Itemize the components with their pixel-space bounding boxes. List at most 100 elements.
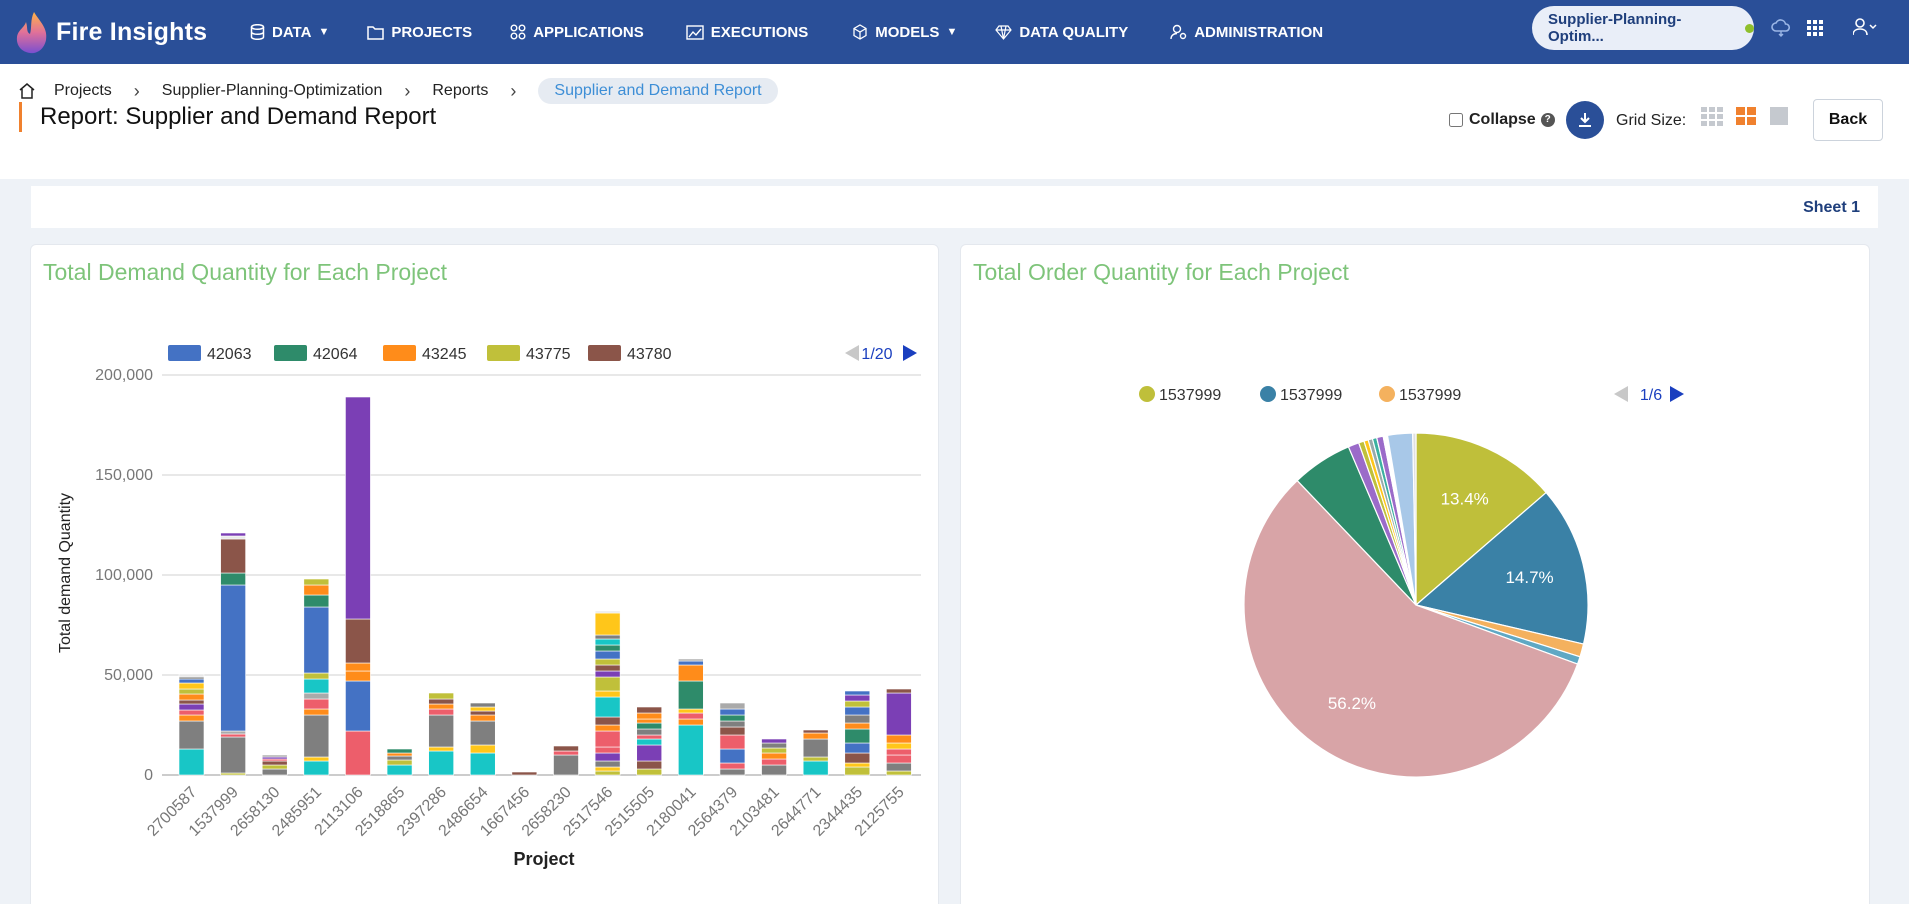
bar-segment[interactable] — [469, 702, 496, 708]
bar-segment[interactable] — [178, 703, 205, 711]
bar-segment[interactable] — [303, 708, 330, 716]
bar-stack[interactable] — [678, 658, 704, 776]
bar-stack[interactable] — [428, 692, 454, 776]
bar-segment[interactable] — [761, 758, 787, 766]
bar-segment[interactable] — [469, 710, 496, 716]
grid-medium-icon[interactable] — [1736, 107, 1757, 127]
breadcrumb-project[interactable]: Supplier-Planning-Optimization — [162, 82, 383, 100]
breadcrumb-reports[interactable]: Reports — [432, 82, 488, 100]
grid-small-icon[interactable] — [1701, 107, 1723, 127]
bar-segment[interactable] — [345, 680, 371, 732]
apps-grid-icon[interactable] — [1807, 20, 1823, 36]
bar-segment[interactable] — [636, 728, 663, 736]
bar-segment[interactable] — [636, 738, 663, 746]
bar-segment[interactable] — [761, 764, 787, 776]
bar-segment[interactable] — [594, 766, 621, 772]
nav-administration[interactable]: ADMINISTRATION — [1170, 0, 1323, 64]
home-icon[interactable] — [18, 82, 36, 100]
bar-segment[interactable] — [178, 678, 205, 684]
bar-segment[interactable] — [678, 718, 704, 726]
bar-segment[interactable] — [761, 738, 787, 744]
legend-prev-icon[interactable] — [1614, 386, 1628, 402]
bar-segment[interactable] — [178, 709, 205, 716]
bar-segment[interactable] — [345, 730, 371, 776]
bar-segment[interactable] — [428, 703, 454, 710]
bar-segment[interactable] — [594, 664, 621, 672]
bar-segment[interactable] — [261, 760, 288, 766]
bar-segment[interactable] — [594, 716, 621, 726]
bar-segment[interactable] — [719, 702, 746, 710]
bar-segment[interactable] — [844, 714, 871, 724]
bar-segment[interactable] — [428, 692, 454, 700]
breadcrumb-projects[interactable]: Projects — [54, 82, 112, 100]
bar-stack[interactable] — [469, 702, 496, 776]
bar-segment[interactable] — [594, 676, 621, 692]
bar-segment[interactable] — [594, 730, 621, 748]
bar-segment[interactable] — [761, 742, 787, 749]
tab-sheet-1[interactable]: Sheet 1 — [1803, 199, 1860, 217]
bar-segment[interactable] — [636, 760, 663, 770]
legend-swatch[interactable] — [168, 345, 201, 361]
bar-segment[interactable] — [636, 744, 663, 762]
bar-segment[interactable] — [303, 678, 330, 694]
bar-segment[interactable] — [844, 700, 871, 708]
bar-segment[interactable] — [886, 770, 912, 776]
legend-prev-icon[interactable] — [845, 345, 859, 361]
bar-segment[interactable] — [303, 760, 330, 776]
bar-segment[interactable] — [303, 714, 330, 758]
bar-segment[interactable] — [303, 692, 330, 700]
bar-segment[interactable] — [844, 706, 871, 716]
bar-segment[interactable] — [886, 742, 912, 750]
bar-segment[interactable] — [719, 734, 746, 750]
bar-segment[interactable] — [802, 760, 829, 776]
bar-segment[interactable] — [386, 752, 413, 757]
bar-segment[interactable] — [802, 729, 829, 734]
bar-segment[interactable] — [220, 730, 246, 735]
bar-segment[interactable] — [636, 734, 663, 740]
nav-models[interactable]: MODELS ▼ — [852, 0, 957, 64]
bar-segment[interactable] — [636, 712, 663, 720]
bar-stack[interactable] — [261, 754, 288, 776]
bar-segment[interactable] — [386, 755, 413, 761]
bar-segment[interactable] — [844, 766, 871, 776]
bar-segment[interactable] — [178, 688, 205, 695]
bar-segment[interactable] — [345, 662, 371, 672]
legend-swatch[interactable] — [1260, 386, 1276, 402]
bar-segment[interactable] — [428, 750, 454, 776]
bar-segment[interactable] — [469, 714, 496, 722]
bar-segment[interactable] — [178, 714, 205, 722]
bar-segment[interactable] — [428, 714, 454, 748]
legend-swatch[interactable] — [487, 345, 520, 361]
bar-segment[interactable] — [594, 650, 621, 660]
bar-segment[interactable] — [594, 670, 621, 678]
bar-segment[interactable] — [719, 714, 746, 722]
bar-segment[interactable] — [594, 644, 621, 652]
bar-segment[interactable] — [553, 754, 579, 776]
bar-segment[interactable] — [886, 762, 912, 772]
bar-segment[interactable] — [844, 752, 871, 764]
user-menu-icon[interactable] — [1853, 18, 1877, 36]
bar-segment[interactable] — [886, 748, 912, 756]
bar-stack[interactable] — [719, 702, 746, 776]
bar-segment[interactable] — [678, 680, 704, 710]
bar-segment[interactable] — [220, 584, 246, 732]
bar-segment[interactable] — [553, 750, 579, 756]
bar-segment[interactable] — [594, 638, 621, 646]
bar-stack[interactable] — [802, 729, 829, 776]
bar-stack[interactable] — [345, 396, 371, 776]
grid-large-icon[interactable] — [1770, 107, 1789, 126]
bar-segment[interactable] — [594, 634, 621, 640]
bar-segment[interactable] — [469, 752, 496, 776]
bar-segment[interactable] — [886, 692, 912, 736]
bar-stack[interactable] — [220, 532, 246, 776]
legend-swatch[interactable] — [1379, 386, 1395, 402]
nav-data-quality[interactable]: DATA QUALITY — [995, 0, 1128, 64]
bar-segment[interactable] — [345, 670, 371, 682]
bar-segment[interactable] — [844, 742, 871, 754]
nav-projects[interactable]: PROJECTS — [367, 0, 472, 64]
bar-segment[interactable] — [553, 745, 579, 752]
brand[interactable]: Fire Insights — [14, 10, 246, 54]
bar-segment[interactable] — [719, 748, 746, 764]
bar-segment[interactable] — [469, 720, 496, 746]
bar-segment[interactable] — [636, 768, 663, 776]
